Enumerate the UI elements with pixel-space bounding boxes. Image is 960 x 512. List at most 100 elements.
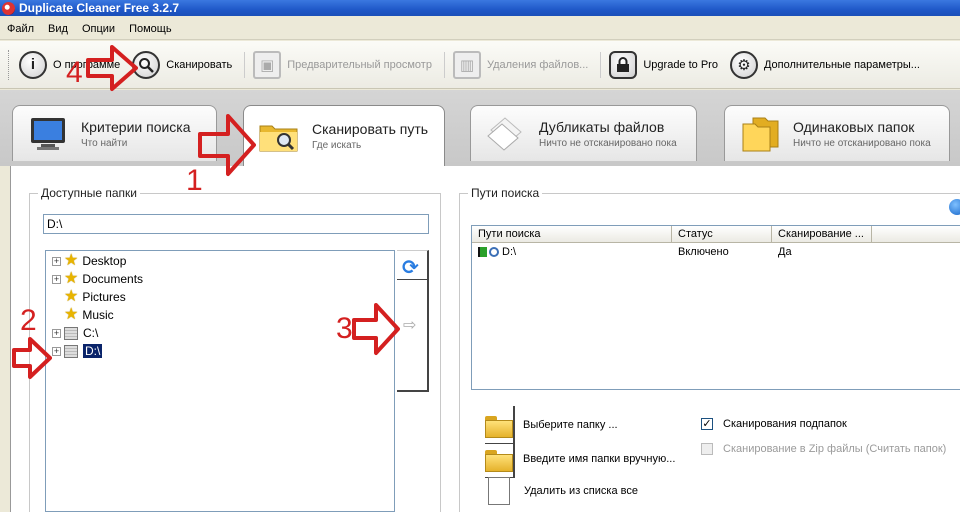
scan-label: Сканировать (166, 58, 233, 71)
flag-icon (478, 246, 487, 257)
enter-folder-label: Введите имя папки вручную... (523, 453, 676, 465)
star-icon: ★ (64, 252, 79, 269)
tab-title: Сканировать путь (312, 121, 429, 137)
info-icon: i (19, 50, 47, 79)
upgrade-label: Upgrade to Pro (643, 58, 718, 71)
expand-icon[interactable]: + (52, 256, 61, 266)
scan-zip-label: Сканирование в Zip файлы (Считать папок) (723, 443, 947, 455)
annotation-arrow-1 (198, 114, 256, 176)
delete-files-button[interactable]: ▥ Удаления файлов... (449, 47, 592, 83)
folder-tree[interactable]: + ★ Desktop + ★ Documents ★ Pictures ★ M… (45, 250, 395, 512)
tab-subtitle: Где искать (312, 140, 362, 151)
tree-item-label: D:\ (83, 344, 103, 358)
annotation-number-3: 3 (336, 312, 353, 345)
annotation-number-2: 2 (20, 304, 37, 337)
toolbar-separator (600, 51, 602, 78)
magnifier-icon (489, 246, 499, 257)
folder-edit-icon (485, 446, 513, 472)
drive-icon (64, 344, 78, 358)
checkbox-checked[interactable]: ✓ (701, 418, 713, 430)
tree-item-label: Music (82, 308, 114, 322)
annotation-arrow-4 (86, 45, 138, 91)
tree-item-label: Pictures (82, 290, 126, 304)
annotation-number-4: 4 (66, 56, 83, 89)
title-bar: Duplicate Cleaner Free 3.2.7 (0, 0, 960, 16)
column-header-path[interactable]: Пути поиска (472, 226, 672, 242)
scan-zip-checkbox[interactable]: Сканирование в Zip файлы (Считать папок) (701, 443, 946, 455)
delete-files-label: Удаления файлов... (486, 58, 589, 71)
expand-icon[interactable]: + (52, 274, 61, 284)
expand-icon[interactable]: + (52, 346, 61, 356)
tab-subtitle: Что найти (81, 137, 128, 149)
document-icon (488, 477, 510, 505)
toolbar-separator (443, 51, 445, 78)
gear-icon: ⚙ (729, 50, 758, 79)
folder-path-input[interactable] (43, 214, 429, 234)
star-icon: ★ (64, 306, 79, 323)
preview-label: Предварительный просмотр (287, 58, 432, 71)
tab-title: Одинаковых папок (793, 118, 915, 135)
expand-icon[interactable]: + (52, 328, 61, 338)
lock-icon (609, 50, 638, 79)
toolbar: i О программе Сканировать ▣ Предваритель… (0, 41, 960, 89)
menu-bar: Файл Вид Опции Помощь (0, 18, 960, 40)
star-icon: ★ (64, 288, 79, 305)
search-paths-title: Пути поиска (468, 186, 543, 200)
choose-folder-label: Выберите папку ... (523, 419, 618, 431)
tree-item[interactable]: + D:\ (52, 342, 103, 360)
path-value: D:\ (502, 245, 517, 258)
tree-item[interactable]: + ★ Desktop (52, 252, 126, 270)
column-header-status[interactable]: Статус (672, 226, 772, 242)
add-path-arrow-icon[interactable]: ⇨ (403, 315, 416, 335)
remove-all-label: Удалить из списка все (524, 485, 638, 497)
tab-strip: Критерии поиска Что найти Сканировать пу… (0, 90, 960, 166)
annotation-arrow-2 (12, 337, 52, 379)
folder-search-icon (259, 125, 298, 152)
folders-icon (742, 117, 779, 151)
trash-icon: ▥ (452, 50, 481, 79)
checkbox-disabled[interactable] (701, 443, 713, 455)
tab-duplicate-files[interactable]: Дубликаты файлов Ничто не отсканировано … (470, 105, 697, 161)
table-header: Пути поиска Статус Сканирование ... (472, 226, 960, 243)
help-icon[interactable] (949, 199, 960, 215)
tab-title: Дубликаты файлов (539, 118, 665, 135)
menu-options[interactable]: Опции (75, 23, 122, 35)
scan-cell: Да (778, 245, 792, 258)
tree-item[interactable]: + ★ Documents (52, 270, 143, 288)
status-cell: Включено (678, 245, 729, 258)
drive-icon (64, 326, 78, 340)
toolbar-grip[interactable] (8, 49, 11, 80)
search-paths-table[interactable]: Пути поиска Статус Сканирование ... D:\ … (471, 225, 960, 390)
image-preview-icon: ▣ (253, 50, 282, 79)
tree-item[interactable]: + C:\ (52, 324, 98, 342)
advanced-settings-button[interactable]: ⚙ Дополнительные параметры... (726, 47, 924, 83)
menu-view[interactable]: Вид (41, 23, 75, 35)
refresh-icon[interactable]: ⟳ (402, 255, 419, 280)
tree-item-label: Documents (82, 272, 144, 286)
tab-scan-path[interactable]: Сканировать путь Где искать (243, 105, 445, 166)
tab-identical-folders[interactable]: Одинаковых папок Ничто не отсканировано … (724, 105, 950, 161)
column-header-scan[interactable]: Сканирование ... (772, 226, 872, 242)
tree-item[interactable]: ★ Music (52, 306, 114, 324)
menu-file[interactable]: Файл (0, 23, 41, 35)
star-icon: ★ (64, 270, 79, 287)
preview-button[interactable]: ▣ Предварительный просмотр (249, 47, 436, 83)
scan-subfolders-checkbox[interactable]: ✓ Сканирования подпапок (701, 418, 847, 430)
tree-item[interactable]: ★ Pictures (52, 288, 126, 306)
tree-action-panel: ⟳ ⇨ (397, 250, 429, 392)
choose-folder-button[interactable]: Выберите папку ... (485, 406, 618, 444)
tree-item-label: Desktop (82, 254, 127, 268)
app-icon (2, 1, 15, 15)
advanced-settings-label: Дополнительные параметры... (763, 58, 920, 71)
toolbar-separator (244, 51, 246, 78)
table-row[interactable]: D:\ Включено Да (472, 243, 960, 260)
menu-help[interactable]: Помощь (122, 23, 179, 35)
folder-icon (485, 412, 513, 438)
duplicate-files-icon (487, 116, 522, 151)
scan-path-panel: Доступные папки + ★ Desktop + ★ Document… (10, 166, 960, 512)
tab-search-criteria[interactable]: Критерии поиска Что найти (12, 105, 217, 161)
tree-item-label: C:\ (83, 326, 99, 340)
scan-button[interactable]: Сканировать (128, 47, 236, 83)
upgrade-button[interactable]: Upgrade to Pro (605, 47, 722, 83)
remove-all-button[interactable]: Удалить из списка все (485, 472, 638, 510)
